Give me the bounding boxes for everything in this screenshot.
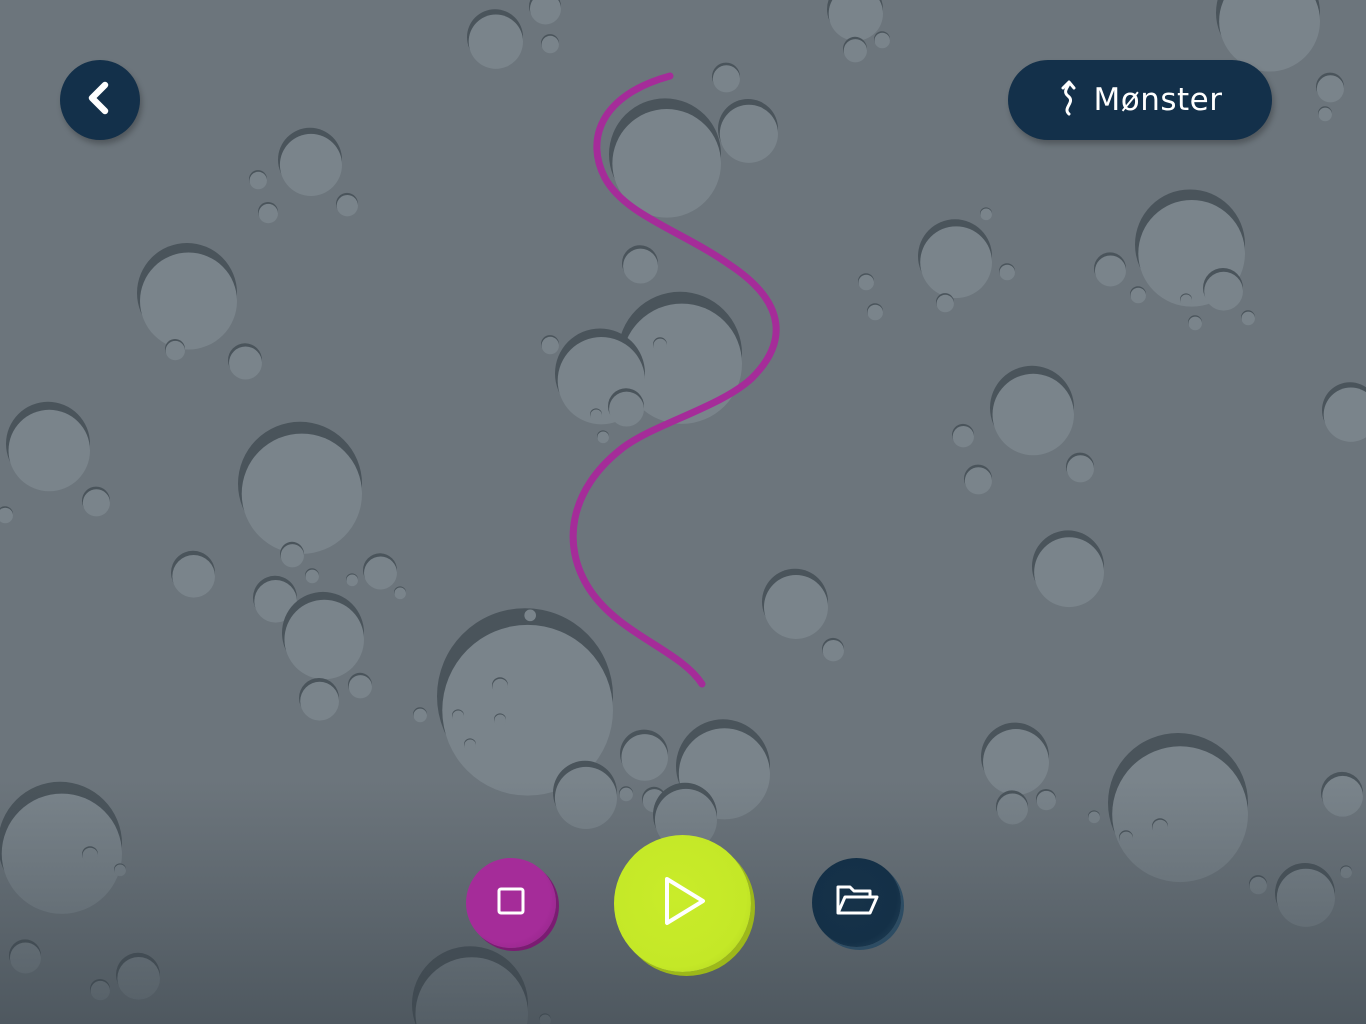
play-button[interactable] xyxy=(614,835,751,972)
crater xyxy=(964,467,992,495)
crater xyxy=(612,109,721,218)
crater xyxy=(1,793,122,914)
crater xyxy=(300,681,339,721)
crater xyxy=(1112,746,1248,883)
crater xyxy=(241,433,362,554)
crater xyxy=(9,942,41,974)
crater xyxy=(279,133,342,196)
crater xyxy=(82,847,98,864)
crater xyxy=(258,203,278,224)
crater xyxy=(172,554,215,598)
stop-button[interactable] xyxy=(466,858,556,948)
crater xyxy=(992,373,1074,456)
crater xyxy=(1066,455,1095,483)
crater xyxy=(597,431,609,444)
crater xyxy=(468,14,523,69)
crater xyxy=(858,274,874,291)
crater xyxy=(464,739,476,752)
crater xyxy=(1241,311,1255,326)
crater xyxy=(590,409,602,422)
crater xyxy=(554,766,618,829)
crater xyxy=(1130,287,1146,304)
crater xyxy=(394,587,406,600)
crater xyxy=(452,710,464,723)
chevron-left-icon xyxy=(80,78,120,123)
crater xyxy=(1276,868,1335,927)
crater xyxy=(229,346,262,380)
open-folder-button[interactable] xyxy=(812,858,901,947)
crater xyxy=(621,734,668,781)
play-triangle-icon xyxy=(655,873,711,934)
crater xyxy=(920,226,992,299)
crater xyxy=(1249,876,1267,895)
square-stop-icon xyxy=(496,886,526,921)
pattern-button[interactable]: Mønster xyxy=(1008,60,1272,140)
crater xyxy=(1316,75,1345,103)
crater xyxy=(1088,811,1101,824)
crater xyxy=(1318,107,1332,122)
crater xyxy=(623,248,658,284)
crater xyxy=(874,32,890,49)
crater xyxy=(524,609,536,622)
crater xyxy=(541,35,560,54)
crater xyxy=(719,104,779,163)
crater xyxy=(305,569,319,584)
crater xyxy=(413,708,427,723)
crater xyxy=(165,340,185,361)
crater xyxy=(1152,819,1168,836)
crater xyxy=(609,391,644,427)
crater xyxy=(1119,831,1133,846)
crater xyxy=(8,409,90,492)
crater xyxy=(1204,271,1243,311)
crater xyxy=(1036,790,1057,811)
crater xyxy=(90,980,111,1001)
crater xyxy=(1180,294,1193,307)
crater xyxy=(619,787,634,802)
crater xyxy=(822,639,845,662)
crater xyxy=(82,489,110,517)
crater xyxy=(712,65,740,93)
crater xyxy=(336,194,358,217)
crater xyxy=(529,0,561,25)
crater xyxy=(763,574,828,639)
squiggle-arrow-up-icon xyxy=(1058,78,1080,123)
crater xyxy=(983,729,1049,796)
crater xyxy=(280,544,304,568)
crater xyxy=(117,956,160,1000)
crater xyxy=(980,208,992,221)
crater xyxy=(867,304,883,321)
crater xyxy=(284,599,365,680)
back-button[interactable] xyxy=(60,60,140,140)
crater xyxy=(1094,255,1126,287)
crater xyxy=(828,0,883,41)
crater xyxy=(1188,316,1202,331)
crater xyxy=(249,171,267,190)
open-folder-icon xyxy=(834,881,880,924)
crater xyxy=(364,556,398,590)
crater xyxy=(1034,537,1104,608)
crater xyxy=(653,338,668,353)
crater xyxy=(999,264,1015,281)
crater xyxy=(952,425,975,448)
crater xyxy=(114,864,126,877)
pattern-button-label: Mønster xyxy=(1093,82,1223,118)
crater xyxy=(348,675,372,699)
crater xyxy=(492,678,508,695)
crater xyxy=(140,252,237,350)
crater xyxy=(1340,866,1353,879)
crater xyxy=(494,714,506,727)
crater xyxy=(936,294,955,313)
crater xyxy=(346,574,358,587)
crater xyxy=(541,336,560,355)
crater xyxy=(996,793,1028,825)
crater xyxy=(843,39,867,63)
crater xyxy=(1322,775,1363,817)
